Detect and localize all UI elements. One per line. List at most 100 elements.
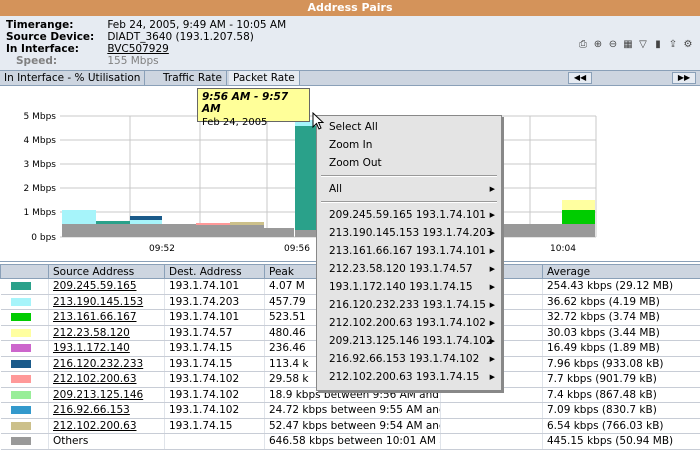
next-page-button[interactable]: ▶▶ (672, 72, 696, 84)
average-cell: 7.09 kbps (830.7 kB) (542, 402, 700, 419)
bar-segment[interactable] (562, 210, 595, 224)
source-address[interactable]: 216.120.232.233 (53, 358, 143, 370)
source-address-cell[interactable]: 209.213.125.146 (48, 387, 165, 403)
source-address[interactable]: 209.245.59.165 (53, 280, 137, 292)
bar-others[interactable] (264, 228, 294, 237)
tab-packet-rate[interactable]: Packet Rate (229, 71, 300, 85)
table-row[interactable]: 216.92.66.153 193.1.74.102 24.72 kbps betw… (0, 402, 700, 419)
peak-tail-cell (440, 402, 543, 419)
column-header-source[interactable]: Source Address (48, 264, 165, 279)
peak-cell: 24.72 kbps between 9:55 AM and 9:56 AM (264, 402, 441, 419)
source-address[interactable]: 193.1.172.140 (53, 342, 130, 354)
peak-tail-cell (440, 433, 543, 450)
source-address-cell[interactable]: 209.245.59.165 (48, 278, 165, 295)
menu-pair[interactable]: 212.102.200.63 193.1.74.15 ▶ (317, 369, 501, 385)
tab-traffic-rate[interactable]: Traffic Rate (159, 71, 227, 85)
bar-others[interactable] (295, 230, 317, 237)
menu-pair[interactable]: 213.161.66.167 193.1.74.101 ▶ (317, 243, 501, 259)
source-address[interactable]: 212.102.200.63 (53, 373, 137, 385)
menu-pair[interactable]: 209.245.59.165 193.1.74.101 ▶ (317, 207, 501, 223)
export-icon[interactable]: ⇪ (667, 38, 679, 50)
submenu-arrow-icon: ▶ (489, 229, 495, 237)
source-address[interactable]: 212.102.200.63 (53, 420, 137, 432)
dest-address-cell: 193.1.74.101 (164, 278, 265, 295)
row-color-cell (0, 433, 49, 450)
source-address-cell[interactable]: 213.190.145.153 (48, 294, 165, 310)
menu-pair[interactable]: 212.23.58.120 193.1.74.57 ▶ (317, 261, 501, 277)
average-cell: 254.43 kbps (29.12 MB) (542, 278, 700, 295)
source-address-cell[interactable]: 213.161.66.167 (48, 309, 165, 326)
table-row[interactable]: 212.102.200.63 193.1.74.15 52.47 kbps betw… (0, 418, 700, 434)
menu-pair-label: 212.102.200.63 193.1.74.15 (329, 371, 480, 383)
y-tick-label: 3 Mbps (24, 160, 57, 170)
settings-icon[interactable]: ⚙ (682, 38, 694, 50)
bar-others[interactable] (230, 224, 264, 237)
bar-others[interactable] (164, 224, 198, 237)
legend-swatch (10, 328, 31, 337)
row-color-cell (0, 402, 49, 419)
bar-segment-209-245-59-165[interactable] (295, 126, 317, 230)
table-icon[interactable]: ▦ (622, 38, 634, 50)
bar-segment[interactable] (196, 223, 230, 225)
bar-others[interactable] (130, 224, 164, 237)
menu-select-all[interactable]: Select All (317, 119, 501, 135)
row-color-cell (0, 356, 49, 372)
info-panel: Timerange: Feb 24, 2005, 9:49 AM - 10:05… (0, 16, 700, 70)
interface-label: In Interface: (6, 43, 79, 55)
source-address[interactable]: 213.190.145.153 (53, 296, 143, 308)
bar-segment[interactable] (62, 210, 96, 224)
menu-pair[interactable]: 216.92.66.153 193.1.74.102 ▶ (317, 351, 501, 367)
menu-pair[interactable]: 216.120.232.233 193.1.74.15 ▶ (317, 297, 501, 313)
bar-segment[interactable] (230, 222, 264, 225)
tooltip-time: 9:56 AM - 9:57 AM (202, 91, 289, 115)
source-address-cell[interactable]: 212.23.58.120 (48, 325, 165, 341)
print-icon[interactable]: ⎙ (577, 38, 589, 50)
menu-pair[interactable]: 193.1.172.140 193.1.74.15 ▶ (317, 279, 501, 295)
legend-swatch (10, 437, 31, 446)
source-address-cell[interactable]: 193.1.172.140 (48, 340, 165, 357)
column-header-average[interactable]: Average (542, 264, 700, 279)
menu-pair[interactable]: 209.213.125.146 193.1.74.102 ▶ (317, 333, 501, 349)
menu-pair[interactable]: 212.102.200.63 193.1.74.102 ▶ (317, 315, 501, 331)
bar-others[interactable] (96, 224, 130, 237)
row-color-cell (0, 325, 49, 341)
menu-all[interactable]: All ▶ (317, 181, 501, 197)
bar-segment[interactable] (130, 220, 162, 224)
peak-tail-cell (440, 418, 543, 434)
average-cell: 7.4 kbps (867.48 kB) (542, 387, 700, 403)
menu-pair[interactable]: 213.190.145.153 193.1.74.203 ▶ (317, 225, 501, 241)
source-address[interactable]: 216.92.66.153 (53, 404, 130, 416)
source-address-cell[interactable]: 212.102.200.63 (48, 418, 165, 434)
table-row[interactable]: Others 646.58 kbps between 10:01 AM and 1… (0, 433, 700, 450)
zoom-out-icon[interactable]: ⊖ (607, 38, 619, 50)
source-address[interactable]: 213.161.66.167 (53, 311, 137, 323)
chart-icon[interactable]: ▮ (652, 38, 664, 50)
source-address[interactable]: 212.23.58.120 (53, 327, 130, 339)
filter-icon[interactable]: ▽ (637, 38, 649, 50)
bar-segment[interactable] (562, 200, 595, 210)
source-address-cell[interactable]: 216.92.66.153 (48, 402, 165, 419)
zoom-in-icon[interactable]: ⊕ (592, 38, 604, 50)
bar-segment[interactable] (130, 216, 162, 220)
dest-address-cell (164, 433, 265, 450)
menu-zoom-out[interactable]: Zoom Out (317, 155, 501, 171)
source-address-cell[interactable]: 216.120.232.233 (48, 356, 165, 372)
bar-others[interactable] (503, 224, 595, 237)
menu-separator (321, 201, 497, 203)
row-color-cell (0, 309, 49, 326)
bar-others[interactable] (62, 224, 96, 237)
menu-zoom-in[interactable]: Zoom In (317, 137, 501, 153)
column-header-color[interactable] (0, 264, 49, 279)
window-title: Address Pairs (0, 0, 700, 16)
tab-utilisation[interactable]: In Interface - % Utilisation (0, 71, 146, 85)
prev-page-button[interactable]: ◀◀ (568, 72, 592, 84)
source-address-cell[interactable]: 212.102.200.63 (48, 371, 165, 388)
y-tick-label: 0 bps (31, 233, 56, 243)
interface-link[interactable]: BVC507929 (107, 43, 168, 55)
row-color-cell (0, 340, 49, 357)
y-tick-label: 2 Mbps (24, 184, 57, 194)
bar-segment[interactable] (96, 221, 130, 224)
column-header-dest[interactable]: Dest. Address (164, 264, 265, 279)
bar-others[interactable] (196, 224, 230, 237)
source-address[interactable]: 209.213.125.146 (53, 389, 143, 401)
